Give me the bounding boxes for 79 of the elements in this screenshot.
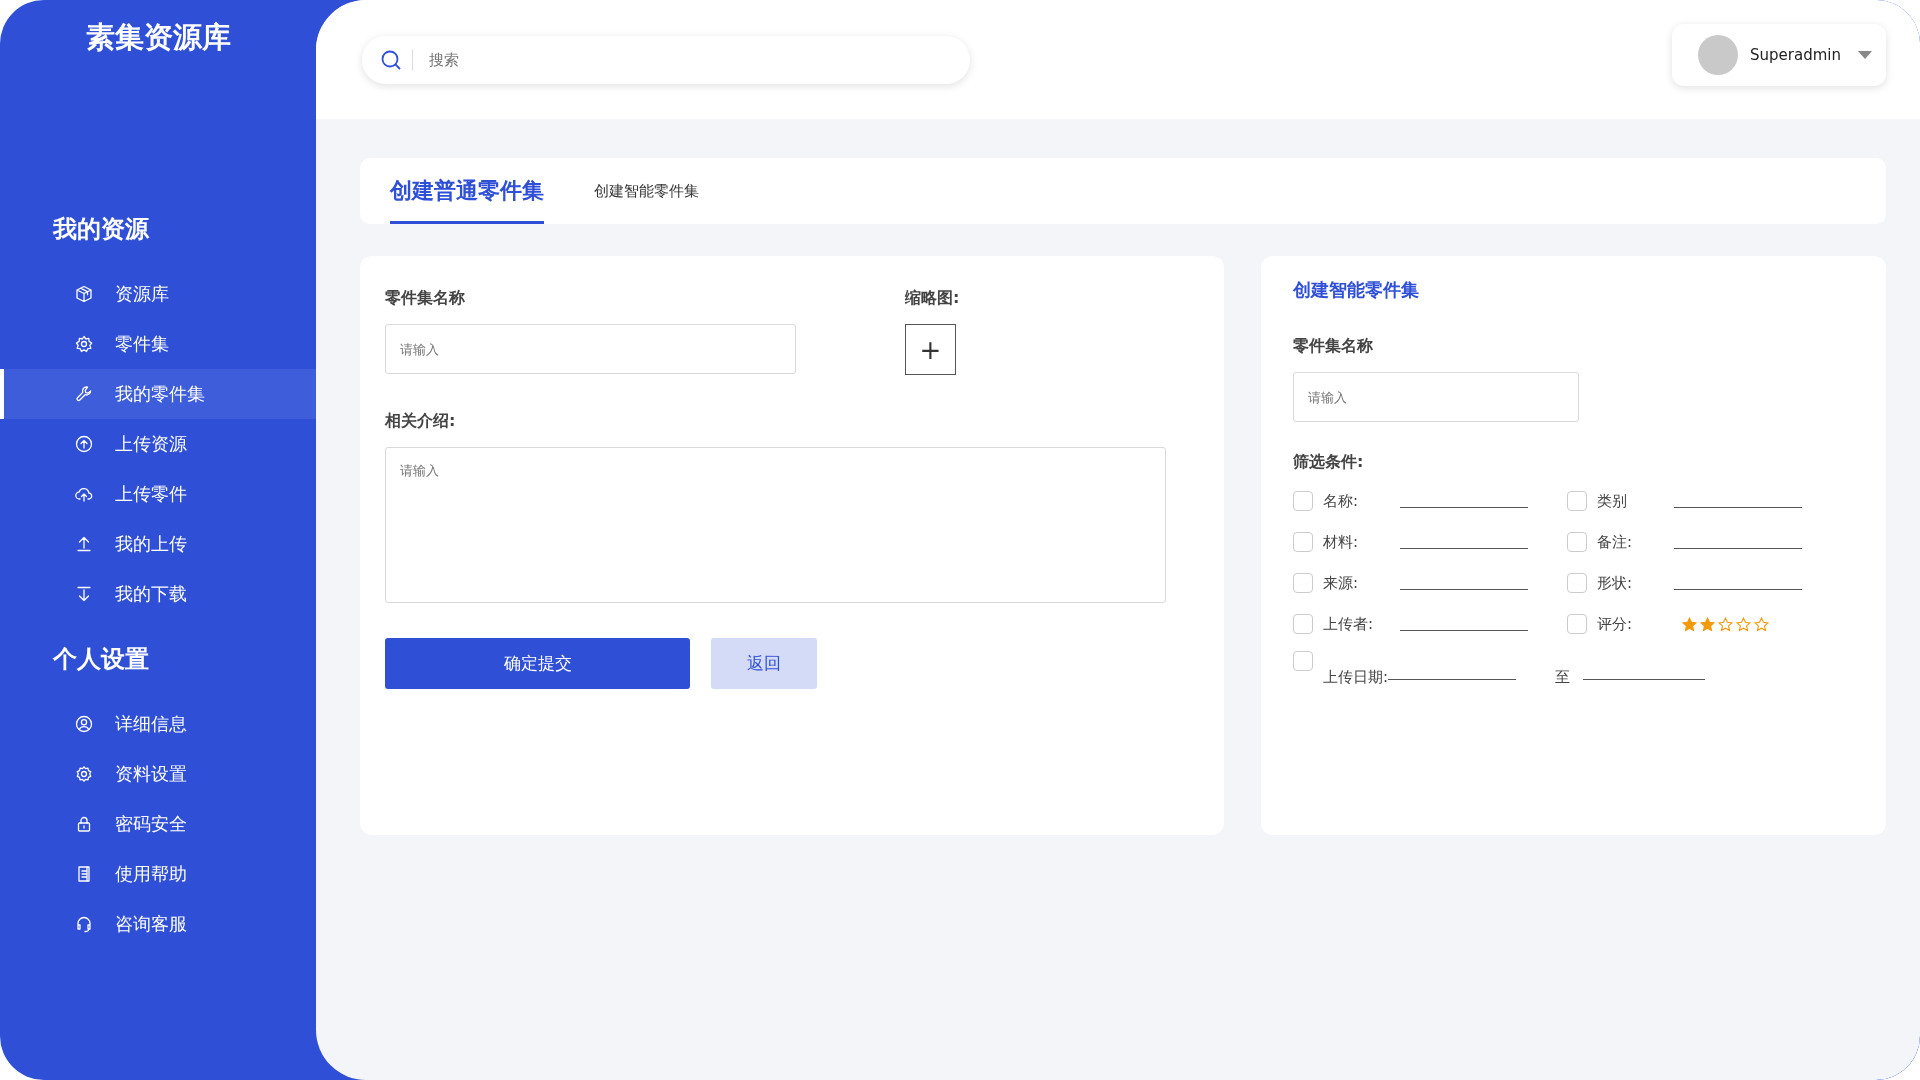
sidebar-item[interactable]: 详细信息: [0, 699, 316, 749]
back-button[interactable]: 返回: [711, 638, 817, 689]
add-thumbnail-button[interactable]: +: [905, 324, 956, 375]
sidebar-item[interactable]: 我的零件集: [0, 369, 316, 419]
tab[interactable]: 创建智能零件集: [594, 182, 699, 224]
checkbox[interactable]: [1567, 491, 1587, 511]
download-icon: [75, 585, 93, 603]
filter-label: 形状:: [1597, 573, 1634, 593]
input-field[interactable]: 请输入: [1293, 372, 1579, 422]
checkbox[interactable]: [1567, 532, 1587, 552]
checkbox[interactable]: [1567, 614, 1587, 634]
star-icon[interactable]: [1754, 616, 1770, 632]
field-label: 筛选条件:: [1293, 452, 1365, 473]
app-logo: 素集资源库: [84, 19, 232, 56]
upload-icon: [75, 535, 93, 553]
checkbox[interactable]: [1293, 651, 1313, 671]
document-icon: [75, 865, 93, 883]
filter-label: 来源:: [1323, 573, 1360, 593]
user-menu[interactable]: Superadmin: [1672, 23, 1886, 86]
card-title: 创建智能零件集: [1293, 278, 1420, 302]
avatar: [1698, 34, 1738, 75]
fill-in-line[interactable]: [1400, 588, 1528, 590]
settings-icon: [75, 765, 93, 783]
checkbox[interactable]: [1567, 573, 1587, 593]
fill-in-line[interactable]: [1583, 678, 1706, 680]
search-icon: [380, 48, 402, 71]
field-label: 零件集名称: [1293, 336, 1374, 357]
gear-icon: [75, 335, 93, 353]
field-label: 零件集名称: [385, 288, 466, 309]
sidebar-item[interactable]: 上传资源: [0, 419, 316, 469]
sidebar-section-title: 我的资源: [52, 214, 150, 245]
headset-icon: [75, 915, 93, 933]
sidebar-item[interactable]: 密码安全: [0, 799, 316, 849]
sidebar-item[interactable]: 零件集: [0, 319, 316, 369]
search-field[interactable]: 搜索: [412, 48, 970, 71]
filter-label: 评分:: [1597, 614, 1633, 634]
checkbox[interactable]: [1293, 614, 1313, 634]
sidebar-item[interactable]: 资料设置: [0, 749, 316, 799]
checkbox[interactable]: [1293, 532, 1313, 552]
upload-icon: [75, 435, 93, 453]
filter-label: 类别: [1597, 491, 1628, 511]
filter-label: 上传日期:: [1323, 668, 1389, 687]
filter-label: 材料:: [1323, 532, 1360, 552]
checkbox[interactable]: [1293, 491, 1313, 511]
star-icon[interactable]: [1682, 616, 1698, 632]
tab[interactable]: 创建普通零件集: [390, 176, 544, 224]
fill-in-line[interactable]: [1388, 678, 1517, 680]
sidebar-item[interactable]: 资源库: [0, 269, 316, 319]
lock-icon: [75, 815, 93, 833]
sidebar-section-title: 个人设置: [51, 644, 150, 675]
field-label: 缩略图:: [905, 288, 960, 309]
star-icon[interactable]: [1736, 616, 1752, 632]
star-icon[interactable]: [1700, 616, 1716, 632]
fill-in-line[interactable]: [1400, 547, 1528, 549]
sidebar-item[interactable]: 使用帮助: [0, 849, 316, 899]
caret-icon: [1858, 50, 1872, 59]
checkbox[interactable]: [1293, 573, 1313, 593]
input-field[interactable]: 请输入: [385, 447, 1166, 603]
input-field[interactable]: 请输入: [385, 324, 796, 374]
field-label: 相关介绍:: [385, 411, 457, 432]
range-label: 至: [1555, 668, 1571, 687]
sidebar-item[interactable]: 咨询客服: [0, 899, 316, 949]
fill-in-line[interactable]: [1674, 547, 1802, 549]
sidebar-item[interactable]: 上传零件: [0, 469, 316, 519]
sidebar-item[interactable]: 我的上传: [0, 519, 316, 569]
submit-button[interactable]: 确定提交: [385, 638, 690, 689]
user-circle-icon: [75, 715, 93, 733]
fill-in-line[interactable]: [1674, 588, 1802, 590]
filter-label: 名称:: [1323, 491, 1360, 511]
wrench-icon: [75, 385, 93, 403]
fill-in-line[interactable]: [1400, 506, 1528, 508]
filter-label: 备注:: [1597, 532, 1634, 552]
filter-label: 上传者:: [1323, 614, 1375, 634]
cube-icon: [75, 285, 93, 303]
star-icon[interactable]: [1718, 616, 1734, 632]
sidebar-item[interactable]: 我的下载: [0, 569, 316, 619]
fill-in-line[interactable]: [1400, 629, 1528, 631]
fill-in-line[interactable]: [1674, 506, 1802, 508]
cloud-upload-icon: [75, 485, 93, 503]
